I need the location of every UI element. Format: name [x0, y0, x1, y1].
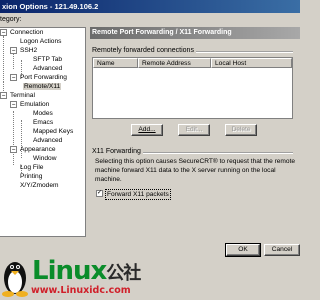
tree-item-label: Advanced: [33, 137, 63, 144]
tree-item-label: Logon Actions: [20, 38, 62, 45]
tree-item-label: Window: [33, 155, 57, 162]
collapse-icon[interactable]: −: [10, 74, 17, 81]
collapse-icon[interactable]: −: [0, 92, 7, 99]
forward-x11-checkbox[interactable]: ✓: [96, 190, 103, 197]
tree-item-emulation-advanced[interactable]: Advanced: [33, 136, 62, 145]
penguin-logo-icon: [2, 262, 28, 297]
collapse-icon[interactable]: −: [10, 47, 17, 54]
remote-forward-group-label: Remotely forwarded connections: [92, 46, 196, 55]
delete-button[interactable]: Delete: [225, 124, 257, 136]
cancel-button-label: Cancel: [271, 246, 293, 253]
tree-item-log-file[interactable]: Log File: [20, 163, 43, 172]
edit-button[interactable]: Edit...: [178, 124, 210, 136]
tree-item-label: Log File: [20, 164, 44, 171]
collapse-icon[interactable]: −: [10, 101, 17, 108]
column-local-host[interactable]: Local Host: [211, 58, 292, 68]
tree-item-label: Emulation: [20, 101, 50, 108]
tree-item-label: Port Forwarding: [20, 74, 67, 81]
watermark-brand-text: Linux: [32, 256, 107, 286]
delete-button-label: Delete: [231, 126, 251, 133]
x11-description: Selecting this option causes SecureCRT® …: [95, 158, 296, 183]
column-name[interactable]: Name: [93, 58, 138, 68]
category-label: tegory:: [0, 16, 22, 23]
tree-item-emacs[interactable]: Emacs: [33, 118, 53, 127]
tree-item-logon-actions[interactable]: Logon Actions: [20, 37, 61, 46]
add-button[interactable]: Add...: [131, 124, 163, 136]
tree-item-mapped-keys[interactable]: Mapped Keys: [33, 127, 73, 136]
tree-item-label: SFTP Tab: [33, 56, 63, 63]
cancel-button[interactable]: Cancel: [264, 244, 300, 256]
watermark-brand-cn: 公社: [106, 263, 141, 284]
ok-button-label: OK: [238, 246, 248, 253]
edit-button-label: Edit...: [185, 126, 203, 133]
watermark-brand: Linux公社: [32, 256, 141, 287]
tree-item-label: Terminal: [10, 92, 35, 99]
tree-item-label: Mapped Keys: [33, 128, 74, 135]
tree-item-label: Emacs: [33, 119, 54, 126]
list-header: Name Remote Address Local Host: [93, 58, 292, 68]
tree-item-modes[interactable]: Modes: [33, 109, 53, 118]
tree-item-label: Remote/X11: [23, 83, 62, 90]
tree-item-label: SSH2: [20, 47, 38, 54]
window-title: xion Options - 121.49.106.2: [0, 0, 300, 13]
remote-forward-list[interactable]: Name Remote Address Local Host: [92, 57, 293, 119]
ok-button[interactable]: OK: [225, 243, 261, 257]
tree-item-sftp-tab[interactable]: SFTP Tab: [33, 55, 62, 64]
column-remote-address[interactable]: Remote Address: [138, 58, 211, 68]
collapse-icon[interactable]: −: [0, 29, 7, 36]
tree-item-xyzmodem[interactable]: X/Y/Zmodem: [20, 181, 58, 190]
watermark-url: www.Linuxidc.com: [31, 285, 131, 296]
category-tree[interactable]: − Connection Logon Actions − SSH2 SFTP T…: [0, 27, 86, 237]
x11-group-label: X11 Forwarding: [92, 147, 143, 156]
tree-item-ssh2-advanced[interactable]: Advanced: [33, 64, 62, 73]
forward-x11-label[interactable]: Forward X11 packets: [105, 189, 171, 200]
tree-item-window[interactable]: Window: [33, 154, 56, 163]
tree-item-label: Appearance: [20, 146, 56, 153]
tree-item-label: Advanced: [33, 65, 63, 72]
collapse-icon[interactable]: −: [10, 146, 17, 153]
tree-item-label: Printing: [20, 173, 43, 180]
tree-item-label: Modes: [33, 110, 53, 117]
tree-item-label: X/Y/Zmodem: [20, 182, 59, 189]
panel-header: Remote Port Forwarding / X11 Forwarding: [90, 27, 300, 39]
tree-item-remote-x11[interactable]: Remote/X11: [23, 82, 62, 91]
tree-item-printing[interactable]: Printing: [20, 172, 42, 181]
tree-item-label: Connection: [10, 29, 44, 36]
add-button-label: Add...: [138, 126, 156, 133]
